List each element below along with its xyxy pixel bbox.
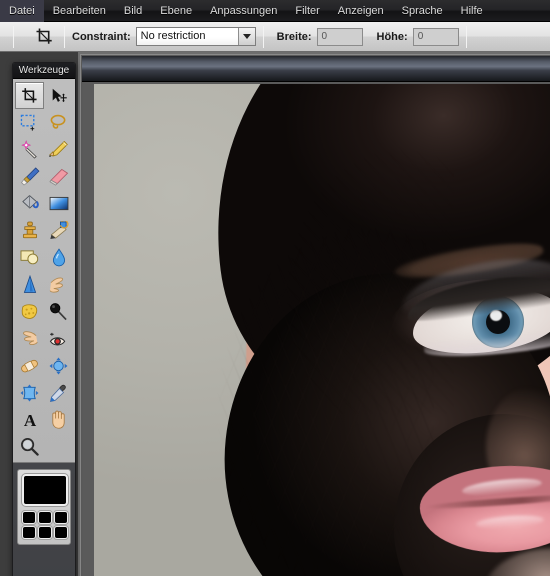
crop-tool[interactable] (15, 82, 44, 109)
dodge-tool[interactable] (15, 325, 44, 352)
tools-palette: Werkzeuge A (12, 62, 76, 576)
red-eye-icon (49, 332, 66, 345)
eraser-icon (48, 168, 68, 186)
eraser-tool[interactable] (44, 163, 73, 190)
marquee-icon (20, 114, 35, 131)
bandage-icon (21, 359, 38, 372)
move-tool[interactable] (44, 82, 73, 109)
constraint-select[interactable]: No restriction (135, 27, 256, 46)
burn-tool[interactable] (44, 298, 73, 325)
patch-tool[interactable] (15, 352, 44, 379)
svg-text:A: A (23, 411, 36, 429)
menu-bearbeiten[interactable]: Bearbeiten (44, 0, 115, 22)
shape-tool[interactable] (15, 244, 44, 271)
clone-stamp-icon (22, 221, 37, 239)
options-separator-0 (13, 25, 14, 48)
sharpen-cone-icon (23, 275, 36, 293)
water-drop-icon (52, 248, 65, 267)
palette-swatch[interactable] (54, 511, 68, 524)
image-canvas[interactable] (94, 84, 550, 576)
pencil-tool[interactable] (44, 136, 73, 163)
paintbrush-icon (20, 167, 39, 186)
shapes-icon (20, 250, 39, 265)
palette-swatch[interactable] (38, 511, 52, 524)
crop-icon (36, 28, 52, 44)
application-window: Datei Bearbeiten Bild Ebene Anpassungen Filte… (0, 0, 550, 576)
history-brush-icon (49, 221, 69, 240)
menu-bild[interactable]: Bild (115, 0, 151, 22)
eyedropper-icon (49, 384, 66, 402)
magic-wand-tool[interactable] (15, 136, 44, 163)
palette-swatch[interactable] (22, 511, 36, 524)
zoom-tool[interactable] (15, 433, 44, 460)
tools-palette-title: Werkzeuge (13, 63, 75, 79)
hand-tool[interactable] (44, 406, 73, 433)
document-window (78, 52, 550, 576)
options-separator-3 (465, 25, 467, 48)
menu-anzeigen[interactable]: Anzeigen (329, 0, 393, 22)
crop-icon (22, 88, 37, 103)
lasso-tool[interactable] (44, 109, 73, 136)
brush-tool[interactable] (15, 163, 44, 190)
move-arrow-icon (52, 88, 67, 102)
text-a-icon: A (23, 411, 36, 429)
magnifier-icon (21, 438, 39, 456)
gradient-icon (49, 196, 68, 210)
warp-pinch-icon (49, 356, 68, 375)
pointing-finger-icon (49, 276, 64, 293)
options-separator-1 (64, 25, 65, 48)
blur-tool[interactable] (44, 244, 73, 271)
warp-bloat-icon (20, 383, 39, 402)
menu-datei[interactable]: Datei (0, 0, 44, 22)
sponge-icon (21, 303, 38, 319)
hand-icon (52, 410, 65, 429)
paint-bucket-icon (21, 194, 39, 209)
sharpen-tool[interactable] (15, 271, 44, 298)
pencil-icon (48, 140, 68, 158)
clone-stamp-tool[interactable] (15, 217, 44, 244)
menu-bar: Datei Bearbeiten Bild Ebene Anpassungen Filte… (0, 0, 550, 22)
color-swatch-panel (17, 469, 71, 545)
tool-options-bar: Constraint: No restriction Breite: 0 Höh… (0, 22, 550, 52)
red-eye-tool[interactable] (44, 325, 73, 352)
text-tool[interactable]: A (15, 406, 44, 433)
workspace: Werkzeuge A (0, 52, 550, 576)
history-brush-tool[interactable] (44, 217, 73, 244)
paint-bucket-tool[interactable] (15, 190, 44, 217)
chevron-down-icon[interactable] (237, 28, 255, 45)
foreground-color-swatch[interactable] (22, 474, 68, 506)
menu-sprache[interactable]: Sprache (393, 0, 452, 22)
portrait-photo (94, 84, 550, 576)
dodge-hand-icon (23, 330, 38, 345)
options-separator-2 (262, 25, 264, 48)
eyedropper-tool[interactable] (44, 379, 73, 406)
tools-grid: A (13, 79, 75, 463)
constraint-label: Constraint: (72, 30, 131, 43)
menu-hilfe[interactable]: Hilfe (452, 0, 492, 22)
rectangular-marquee-tool[interactable] (15, 109, 44, 136)
menu-anpassungen[interactable]: Anpassungen (201, 0, 286, 22)
smudge-tool[interactable] (44, 271, 73, 298)
height-input[interactable]: 0 (412, 27, 459, 46)
document-title-bar[interactable] (82, 56, 550, 82)
gradient-tool[interactable] (44, 190, 73, 217)
bloat-tool[interactable] (15, 379, 44, 406)
palette-swatches (22, 511, 68, 539)
lasso-icon (50, 114, 66, 129)
width-input[interactable]: 0 (316, 27, 363, 46)
menu-filter[interactable]: Filter (286, 0, 328, 22)
active-tool-indicator[interactable] (31, 25, 57, 49)
palette-swatch[interactable] (22, 526, 36, 539)
sponge-tool[interactable] (15, 298, 44, 325)
palette-swatch[interactable] (54, 526, 68, 539)
warp-tool[interactable] (44, 352, 73, 379)
magic-wand-icon (21, 140, 37, 159)
width-label: Breite: (276, 30, 312, 43)
palette-swatch[interactable] (38, 526, 52, 539)
constraint-value: No restriction (136, 28, 238, 45)
menu-ebene[interactable]: Ebene (151, 0, 201, 22)
height-label: Höhe: (376, 30, 408, 43)
burn-ball-icon (50, 302, 67, 320)
